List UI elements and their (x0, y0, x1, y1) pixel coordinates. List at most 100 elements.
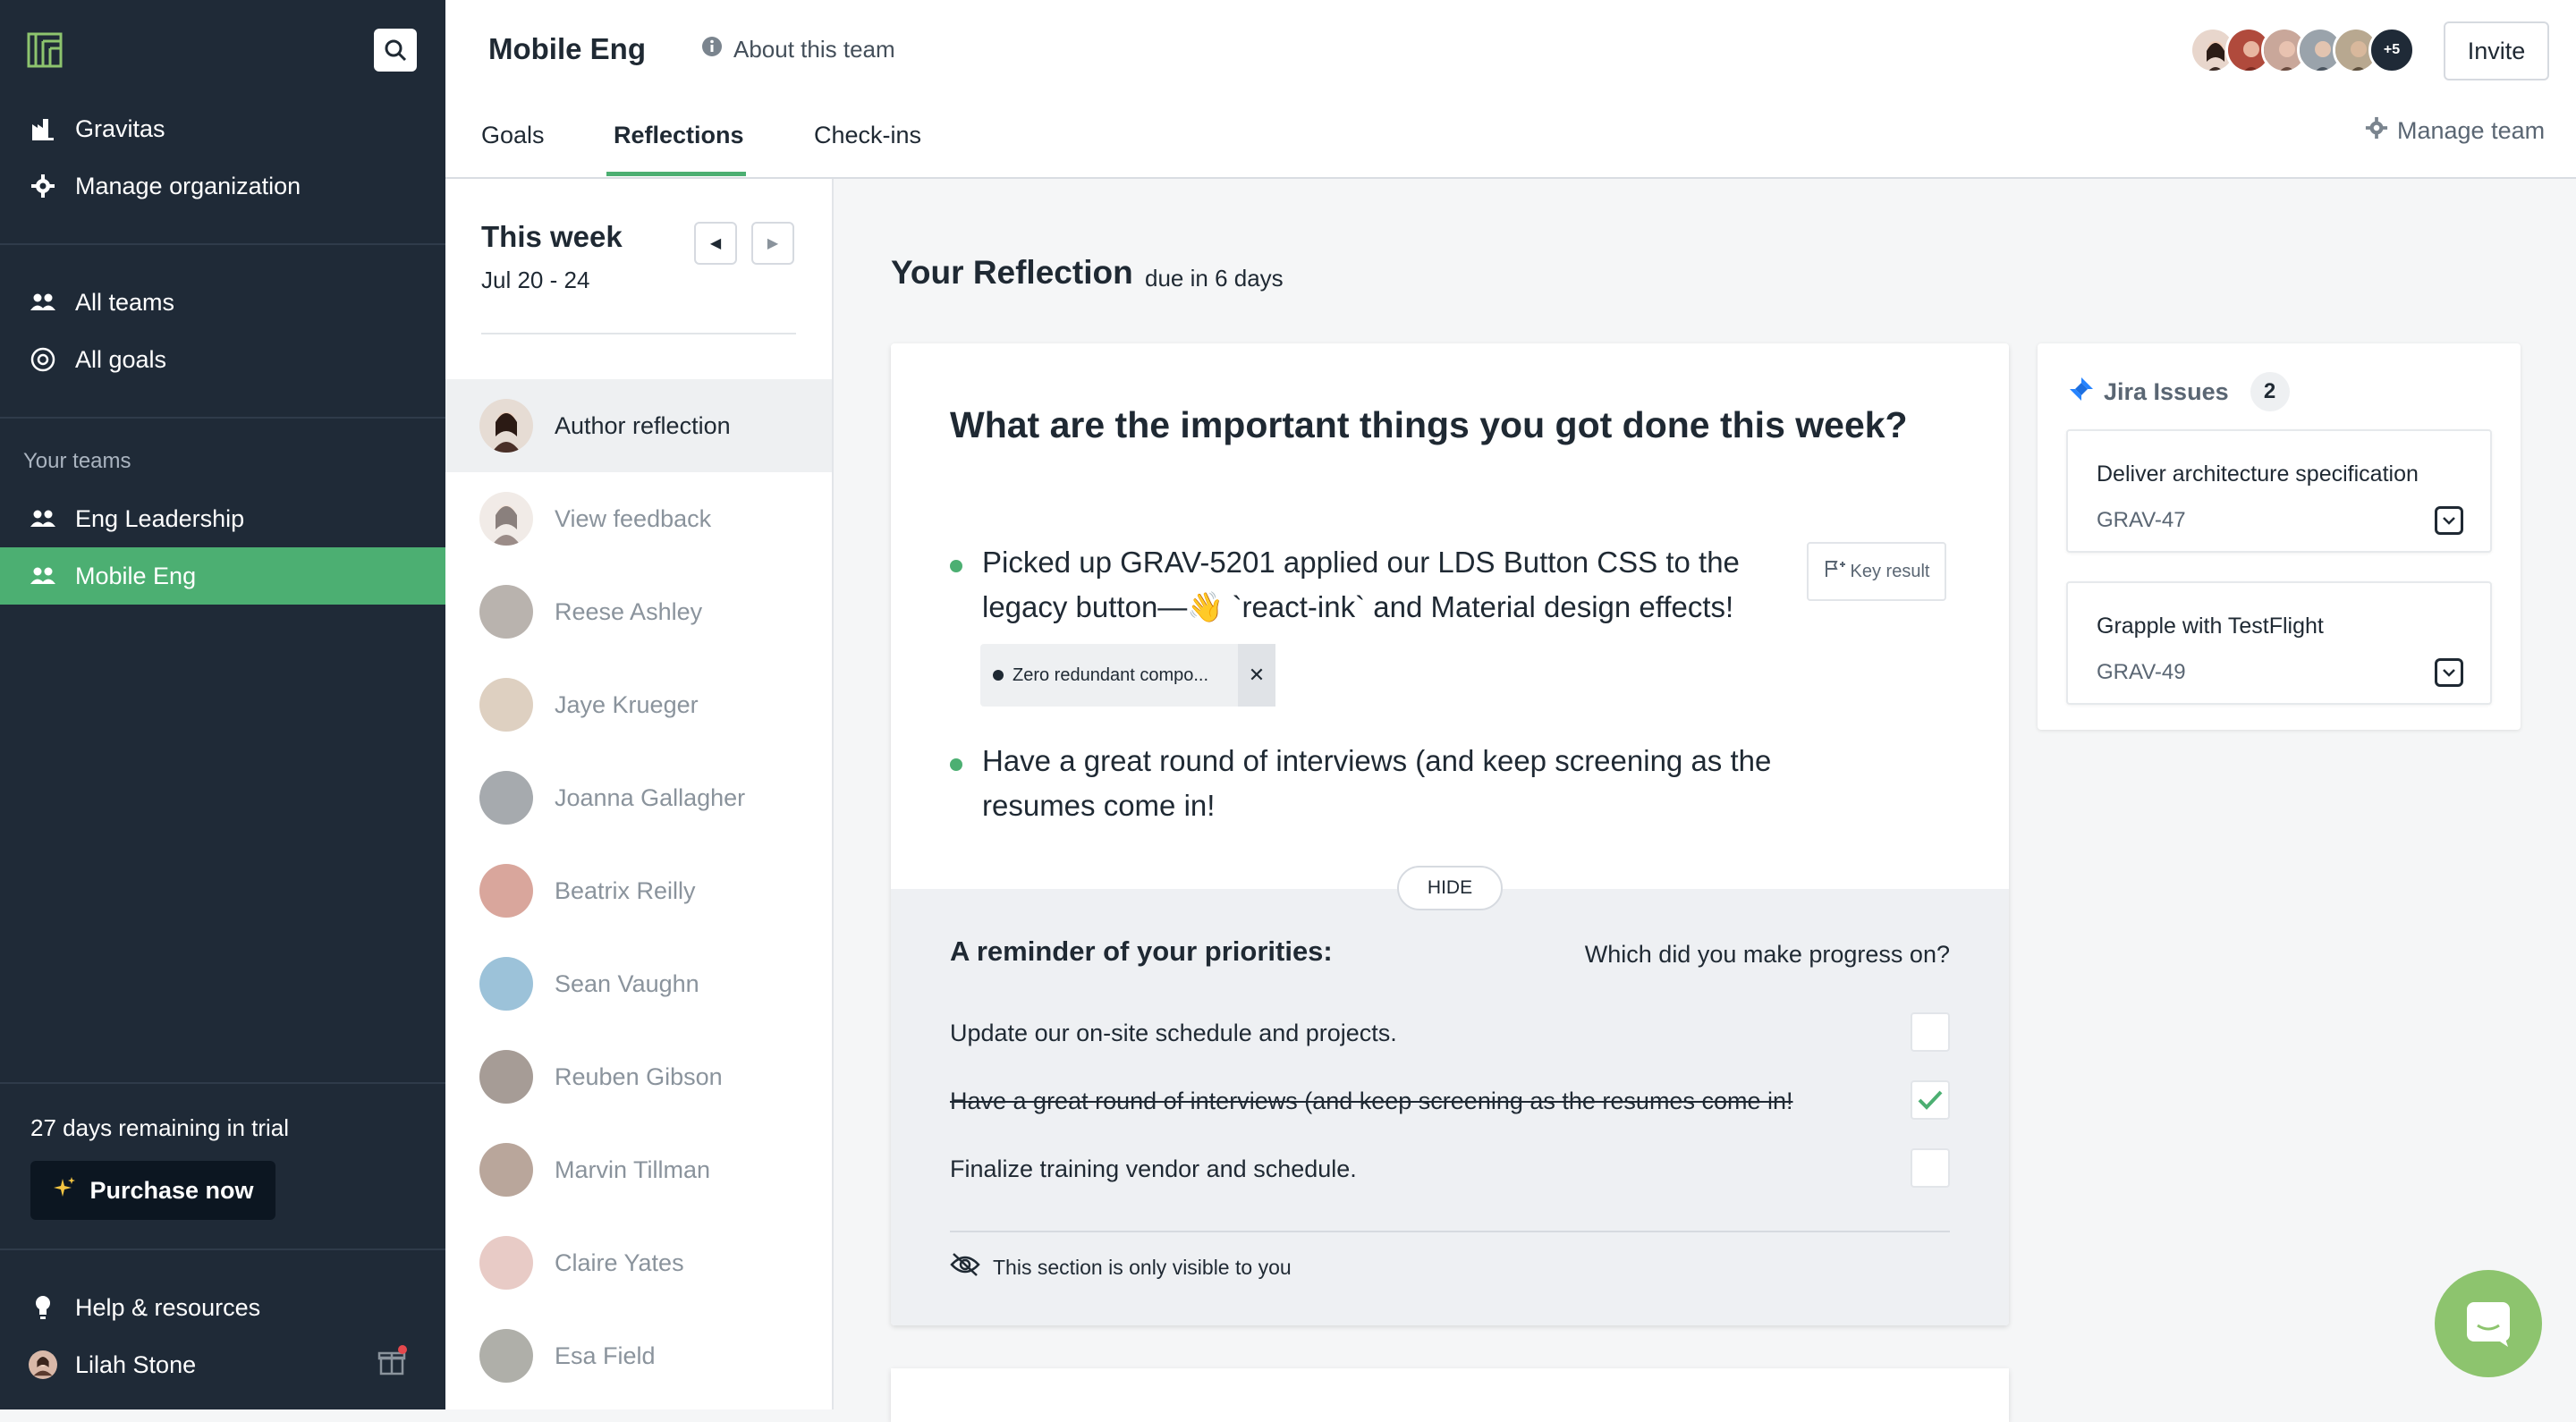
sidebar: Gravitas Manage organization All teams A… (0, 0, 445, 1409)
list-item-person[interactable]: Esa Field (445, 1309, 832, 1402)
priorities-title: A reminder of your priorities: (950, 935, 1333, 967)
sidebar-item-mobile-eng[interactable]: Mobile Eng (0, 547, 445, 605)
list-item-label: Esa Field (555, 1342, 656, 1369)
avatar (479, 492, 533, 546)
about-team-label: About this team (733, 36, 895, 63)
divider (0, 1248, 445, 1250)
key-result-label: Key result (1850, 561, 1930, 581)
team-member-avatars[interactable]: +5 (2190, 27, 2415, 73)
list-item[interactable]: Picked up GRAV-5201 applied our LDS Butt… (950, 540, 1782, 630)
previous-week-button[interactable]: ◀ (694, 222, 737, 265)
purchase-now-button[interactable]: Purchase now (30, 1161, 275, 1220)
team-icon (29, 562, 57, 590)
due-text: due in 6 days (1145, 265, 1284, 292)
key-result-button[interactable]: Key result (1807, 542, 1946, 601)
question-title: What are the important things you got do… (950, 404, 1908, 445)
week-title: This week (481, 220, 623, 253)
sidebar-item-manage-organization[interactable]: Manage organization (0, 157, 445, 215)
team-header: Mobile Eng About this team Goals Reflect… (445, 0, 2576, 179)
priorities-section: A reminder of your priorities: Which did… (891, 889, 2009, 1325)
list-item-person[interactable]: Jaye Krueger (445, 658, 832, 751)
search-button[interactable] (374, 29, 417, 72)
jira-issues-panel: Jira Issues 2 Deliver architecture speci… (2038, 343, 2521, 730)
sidebar-item-all-teams[interactable]: All teams (0, 274, 445, 331)
sidebar-item-label: All goals (75, 345, 167, 373)
bullet-text[interactable]: Have a great round of interviews (and ke… (982, 739, 1782, 828)
priority-checkbox[interactable] (1911, 1148, 1950, 1188)
team-icon (29, 288, 57, 317)
list-item-label: View feedback (555, 504, 712, 532)
sidebar-item-help[interactable]: Help & resources (0, 1279, 445, 1336)
list-item-person[interactable]: Sean Vaughn (445, 937, 832, 1030)
divider (481, 333, 796, 334)
visibility-note-text: This section is only visible to you (993, 1255, 1292, 1279)
list-item-person[interactable]: Joanna Gallagher (445, 751, 832, 844)
jira-issue-key[interactable]: GRAV-47 (2097, 508, 2186, 533)
chevron-down-icon[interactable] (2435, 658, 2463, 687)
list-item-person[interactable]: Reese Ashley (445, 565, 832, 658)
list-item-label: Beatrix Reilly (555, 876, 696, 904)
sidebar-item-all-goals[interactable]: All goals (0, 331, 445, 388)
divider (950, 1231, 1950, 1232)
next-week-button[interactable]: ▶ (751, 222, 794, 265)
list-item[interactable]: Have a great round of interviews (and ke… (950, 739, 1782, 828)
list-item-person[interactable]: Reuben Gibson (445, 1030, 832, 1123)
lightbulb-icon (29, 1293, 57, 1322)
avatar (479, 957, 533, 1011)
list-item-label: Author reflection (555, 411, 731, 439)
sidebar-item-label: Lilah Stone (75, 1350, 197, 1378)
jira-icon (2068, 376, 2095, 409)
team-icon (29, 504, 57, 533)
priority-checkbox[interactable] (1911, 1012, 1950, 1052)
jira-issue-card[interactable]: Deliver architecture specification GRAV-… (2066, 429, 2492, 553)
list-item-person[interactable]: Beatrix Reilly (445, 844, 832, 937)
about-team-link[interactable]: About this team (701, 36, 895, 63)
sidebar-item-label: Gravitas (75, 114, 165, 142)
jira-issue-card[interactable]: Grapple with TestFlight GRAV-49 (2066, 581, 2492, 705)
list-item-label: Marvin Tillman (555, 1155, 711, 1183)
tab-check-ins[interactable]: Check-ins (814, 122, 921, 149)
hide-button[interactable]: HIDE (1397, 866, 1503, 910)
tag-dot (993, 670, 1004, 681)
close-icon[interactable]: ✕ (1238, 644, 1275, 707)
list-item-label: Reuben Gibson (555, 1062, 723, 1090)
tab-reflections[interactable]: Reflections (614, 122, 744, 149)
reflection-card: What are the important things you got do… (891, 343, 2009, 1325)
sidebar-item-eng-leadership[interactable]: Eng Leadership (0, 490, 445, 547)
avatar (479, 585, 533, 639)
invite-button[interactable]: Invite (2444, 21, 2549, 80)
tab-goals[interactable]: Goals (481, 122, 545, 149)
gift-icon[interactable] (376, 1345, 408, 1382)
sparkle-icon (52, 1175, 77, 1206)
flag-icon (1824, 559, 1845, 584)
avatar (479, 1050, 533, 1104)
chat-launcher-button[interactable] (2435, 1270, 2542, 1377)
active-tab-indicator (606, 172, 746, 176)
progress-question: Which did you make progress on? (1584, 941, 1950, 968)
priority-checkbox[interactable] (1911, 1080, 1950, 1120)
building-icon (29, 114, 57, 143)
divider (0, 243, 445, 245)
chevron-down-icon[interactable] (2435, 506, 2463, 535)
sidebar-item-gravitas[interactable]: Gravitas (0, 100, 445, 157)
list-item-person[interactable]: Marvin Tillman (445, 1123, 832, 1216)
key-result-tag[interactable]: Zero redundant compo... ✕ (980, 644, 1275, 707)
avatar (479, 678, 533, 732)
trial-text: 27 days remaining in trial (30, 1114, 290, 1141)
gear-icon (2365, 116, 2388, 146)
list-item-label: Sean Vaughn (555, 969, 699, 997)
manage-team-link[interactable]: Manage team (2365, 116, 2545, 146)
triangle-right-icon: ▶ (767, 236, 779, 251)
jira-issue-key[interactable]: GRAV-49 (2097, 660, 2186, 685)
list-item-label: Jaye Krueger (555, 690, 699, 718)
list-item-person[interactable]: Claire Yates (445, 1216, 832, 1309)
list-item-view-feedback[interactable]: View feedback (445, 472, 832, 565)
info-icon (701, 36, 723, 63)
avatar (479, 1236, 533, 1290)
target-icon (29, 345, 57, 374)
list-item-author-reflection[interactable]: Author reflection (445, 379, 832, 472)
sidebar-item-label: Mobile Eng (75, 562, 197, 589)
logo-icon[interactable] (27, 32, 63, 68)
divider (0, 417, 445, 419)
bullet-text[interactable]: Picked up GRAV-5201 applied our LDS Butt… (982, 540, 1782, 630)
